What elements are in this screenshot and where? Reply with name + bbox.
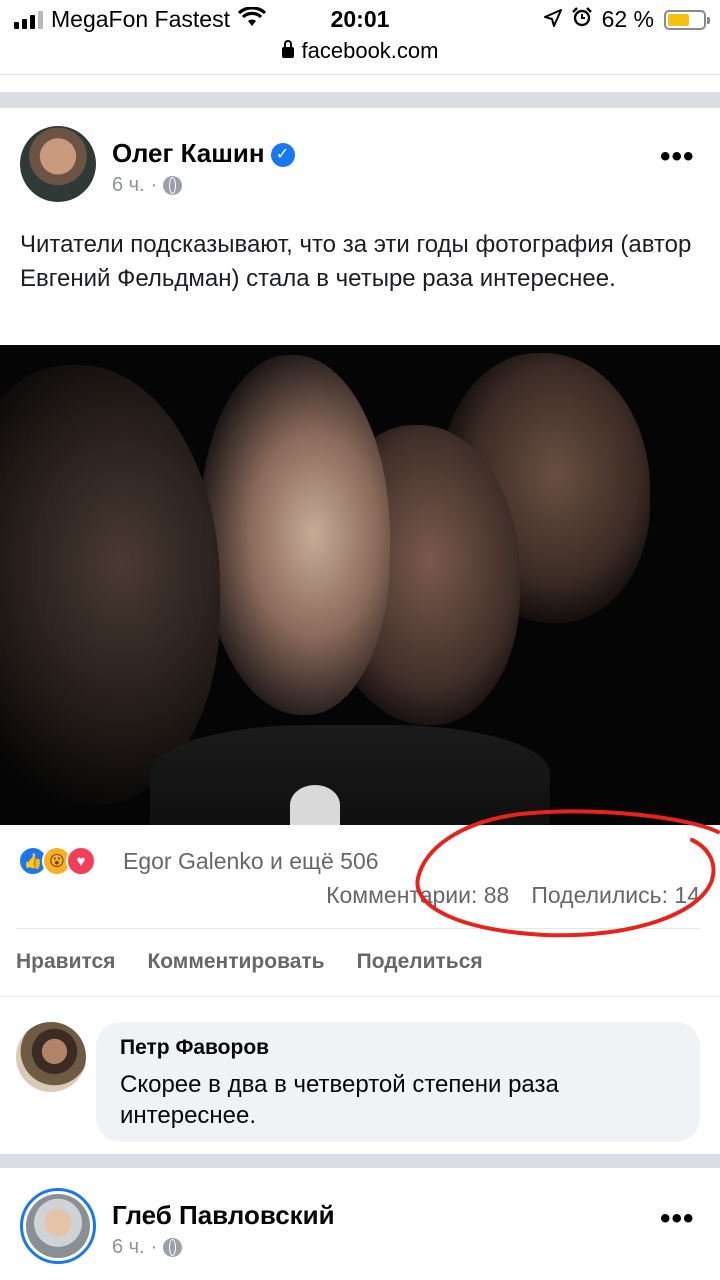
more-icon[interactable]: ••• bbox=[660, 140, 695, 174]
engagement-counts: Комментарии: 88 Поделились: 14 bbox=[326, 882, 700, 909]
comment-button[interactable]: Комментировать bbox=[147, 950, 324, 974]
more-icon[interactable]: ••• bbox=[660, 1202, 695, 1236]
post-text: Читатели подсказывают, что за эти годы ф… bbox=[20, 231, 692, 292]
next-post-author[interactable]: Глеб Павловский bbox=[112, 1200, 335, 1231]
battery-percent: 62 % bbox=[601, 6, 654, 32]
post-actions: Нравится Комментировать Поделиться bbox=[16, 950, 483, 974]
comment-bubble: Петр Фаворов Скорее в два в четвертой ст… bbox=[96, 1022, 700, 1142]
post-author[interactable]: Олег Кашин ✓ bbox=[112, 138, 295, 169]
shares-count[interactable]: Поделились: 14 bbox=[531, 882, 700, 909]
author-avatar[interactable] bbox=[20, 126, 96, 202]
next-post-time[interactable]: 6 ч. bbox=[112, 1236, 145, 1259]
post-meta: 6 ч. · bbox=[112, 174, 183, 197]
commenter-avatar[interactable] bbox=[16, 1022, 86, 1092]
comments-divider bbox=[0, 996, 720, 997]
feed-separator bbox=[0, 1154, 720, 1168]
actions-divider bbox=[16, 928, 700, 929]
header-divider bbox=[0, 74, 720, 75]
share-button[interactable]: Поделиться bbox=[357, 950, 483, 974]
lock-icon bbox=[281, 40, 294, 58]
feed-separator bbox=[0, 92, 720, 108]
next-author-avatar[interactable] bbox=[20, 1188, 96, 1264]
url-bar[interactable]: facebook.com bbox=[0, 38, 720, 64]
reactions-summary[interactable]: Egor Galenko и ещё 506 bbox=[123, 848, 379, 875]
reaction-icons[interactable]: 👍 😮 ♥ bbox=[18, 846, 96, 876]
comment-author[interactable]: Петр Фаворов bbox=[120, 1036, 676, 1060]
verified-badge-icon: ✓ bbox=[270, 143, 295, 167]
alarm-icon bbox=[571, 6, 592, 33]
status-right: 62 % bbox=[543, 6, 710, 33]
love-reaction-icon: ♥ bbox=[66, 846, 96, 876]
status-bar: MegaFon Fastest 20:01 62 % bbox=[0, 0, 720, 40]
globe-icon bbox=[163, 1238, 183, 1257]
post-time[interactable]: 6 ч. bbox=[112, 174, 145, 197]
post-photo[interactable] bbox=[0, 345, 720, 825]
like-button[interactable]: Нравится bbox=[16, 950, 115, 974]
battery-icon bbox=[664, 9, 710, 30]
globe-icon bbox=[163, 176, 183, 195]
next-post-meta: 6 ч. · bbox=[112, 1236, 183, 1259]
post-author-name[interactable]: Олег Кашин bbox=[112, 138, 265, 168]
comment-text: Скорее в два в четвертой степени раза ин… bbox=[120, 1071, 559, 1129]
location-icon bbox=[543, 6, 562, 33]
comments-count[interactable]: Комментарии: 88 bbox=[326, 882, 509, 909]
url-text: facebook.com bbox=[301, 38, 439, 63]
